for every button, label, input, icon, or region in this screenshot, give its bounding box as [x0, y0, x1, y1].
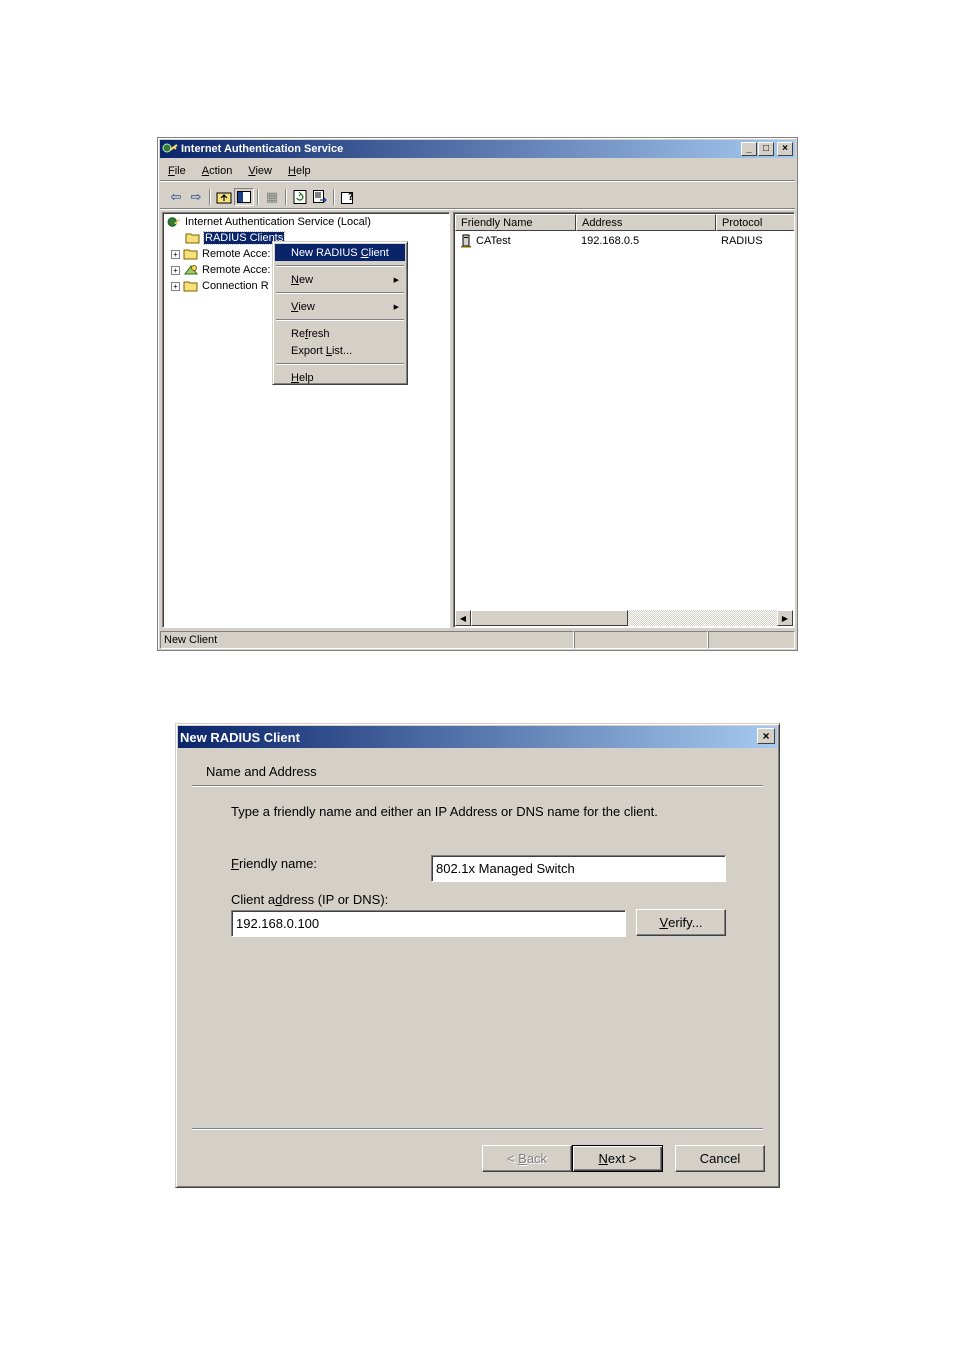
verify-button[interactable]: Verify... [636, 909, 726, 936]
menu-bar: File Action View Help [160, 161, 795, 181]
dialog-title: New RADIUS Client [180, 729, 300, 745]
maximize-button[interactable]: □ [758, 142, 774, 156]
dialog-title-bar[interactable]: New RADIUS Client [178, 726, 777, 748]
submenu-arrow-icon: ▶ [393, 303, 399, 311]
menu-view[interactable]: View [240, 165, 280, 177]
close-button[interactable]: × [777, 142, 793, 156]
menu-item-new-radius-client[interactable]: New RADIUS Client [275, 244, 405, 261]
friendly-name-input[interactable]: 802.1x Managed Switch [431, 855, 726, 882]
tree-item-radius-clients[interactable]: RADIUS Clients [185, 230, 286, 246]
back-button[interactable]: < Back [482, 1145, 572, 1172]
header-divider [192, 785, 763, 787]
expand-plus-icon[interactable]: + [171, 265, 180, 275]
svg-text:?: ? [348, 192, 354, 203]
cancel-button[interactable]: Cancel [675, 1145, 765, 1172]
refresh-icon[interactable] [290, 188, 310, 206]
menu-separator [276, 363, 404, 365]
menu-file[interactable]: File [160, 165, 194, 177]
show-hide-tree-icon[interactable] [234, 187, 254, 206]
toolbar-separator [209, 188, 211, 205]
folder-icon [183, 249, 198, 260]
column-header-friendly-name[interactable]: Friendly Name [455, 214, 576, 231]
status-panel-3 [708, 631, 795, 649]
horizontal-scrollbar[interactable]: ◀ ▶ [455, 610, 793, 626]
next-button[interactable]: Next > [572, 1145, 663, 1172]
minimize-button[interactable]: _ [741, 142, 757, 156]
scrollbar-thumb[interactable] [471, 610, 628, 626]
ias-service-icon [167, 217, 181, 227]
client-address-input[interactable]: 192.168.0.100 [231, 910, 626, 937]
ias-window-title: Internet Authentication Service [181, 143, 344, 155]
tree-item-connection-request[interactable]: + Connection R [171, 278, 269, 294]
toolbar-separator [257, 188, 259, 205]
menu-item-export-list[interactable]: Export List... [275, 342, 405, 359]
friendly-name-label: Friendly name: [231, 856, 317, 871]
menu-item-view[interactable]: View ▶ [275, 298, 405, 315]
ias-mmc-window: Internet Authentication Service _ □ × Fi… [157, 137, 798, 651]
tree-root[interactable]: Internet Authentication Service (Local) [166, 214, 371, 230]
tree-item-remote-access-2[interactable]: + Remote Acce: [171, 262, 270, 278]
instruction-text: Type a friendly name and either an IP Ad… [231, 804, 658, 819]
toolbar-separator [333, 188, 335, 205]
menu-separator [276, 265, 404, 267]
radius-client-icon [461, 234, 471, 247]
delete-icon[interactable]: ▦ [262, 188, 282, 206]
submenu-arrow-icon: ▶ [393, 276, 399, 284]
menu-separator [276, 292, 404, 294]
column-header-address[interactable]: Address [576, 214, 716, 231]
status-bar: New Client [160, 631, 795, 649]
menu-action[interactable]: Action [194, 165, 241, 177]
up-folder-icon[interactable] [214, 188, 234, 206]
expand-plus-icon[interactable]: + [171, 281, 180, 291]
list-item-catest[interactable]: CATest [460, 233, 511, 248]
menu-item-help[interactable]: Help [275, 369, 405, 386]
ias-app-icon [162, 143, 178, 153]
list-cell-protocol: RADIUS [721, 234, 763, 247]
new-radius-client-dialog: New RADIUS Client × Name and Address Typ… [175, 723, 780, 1188]
footer-divider [192, 1128, 763, 1130]
ias-title-bar[interactable]: Internet Authentication Service _ □ × [160, 140, 795, 158]
dialog-close-button[interactable]: × [757, 728, 775, 744]
menu-item-refresh[interactable]: Re f resh [275, 325, 405, 342]
scroll-left-arrow-icon[interactable]: ◀ [455, 610, 471, 626]
menu-help[interactable]: Help [280, 165, 319, 177]
toolbar-separator [285, 188, 287, 205]
tree-item-remote-access-1[interactable]: + Remote Acce: [171, 246, 270, 262]
back-arrow-icon[interactable]: ⇦ [166, 188, 186, 206]
mmc-toolbar: ⇦ ⇨ ▦ ? [160, 185, 795, 209]
export-list-icon[interactable] [310, 188, 330, 206]
details-list-pane[interactable]: Friendly Name Address Protocol CATest 19… [453, 212, 795, 628]
forward-arrow-icon[interactable]: ⇨ [186, 188, 206, 206]
list-cell-address: 192.168.0.5 [581, 234, 640, 247]
section-header: Name and Address [206, 764, 317, 779]
status-panel-2 [574, 631, 708, 649]
help-icon[interactable]: ? [338, 188, 358, 206]
scroll-right-arrow-icon[interactable]: ▶ [777, 610, 793, 626]
folder-icon [183, 281, 198, 292]
context-menu: New RADIUS Client New ▶ View ▶ Re f resh E… [272, 241, 408, 385]
expand-plus-icon[interactable]: + [171, 249, 180, 259]
policy-icon [184, 265, 198, 275]
open-folder-icon [185, 233, 200, 244]
status-text: New Client [160, 631, 574, 649]
menu-separator [276, 319, 404, 321]
column-header-protocol[interactable]: Protocol [716, 214, 794, 231]
client-address-label: Client address (IP or DNS): [231, 892, 389, 907]
menu-item-new[interactable]: New ▶ [275, 271, 405, 288]
